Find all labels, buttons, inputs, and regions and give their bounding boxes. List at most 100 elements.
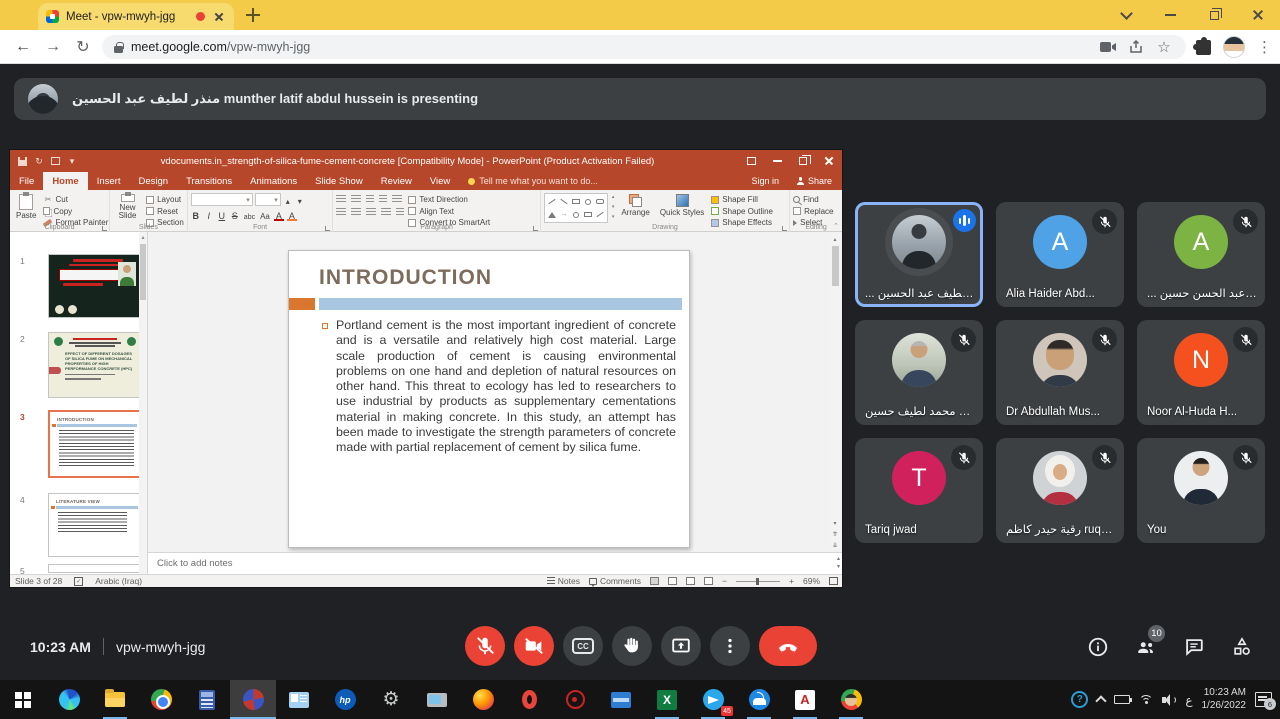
participant-tile[interactable]: A Alia Haider Abd... bbox=[996, 202, 1124, 307]
taskbar-clock[interactable]: 10:23 AM 1/26/2022 bbox=[1202, 687, 1247, 712]
participant-tile[interactable]: T Tariq jwad bbox=[855, 438, 983, 543]
layout-button[interactable]: Layout bbox=[146, 195, 184, 204]
zoom-level[interactable]: 69% bbox=[803, 576, 820, 586]
tab-animations[interactable]: Animations bbox=[241, 172, 306, 190]
tab-design[interactable]: Design bbox=[129, 172, 177, 190]
language-indicator[interactable]: ع bbox=[1185, 693, 1192, 707]
help-button[interactable]: ? bbox=[1071, 691, 1088, 708]
qat-customize-icon[interactable]: ▾ bbox=[67, 156, 77, 166]
show-everyone-button[interactable]: 10 bbox=[1134, 635, 1158, 659]
taskbar-calculator[interactable] bbox=[184, 680, 230, 719]
taskbar-burner-app[interactable] bbox=[552, 680, 598, 719]
forward-button[interactable]: → bbox=[40, 34, 66, 60]
reading-view-button[interactable] bbox=[686, 577, 695, 585]
slideshow-view-button[interactable] bbox=[704, 577, 713, 585]
replace-button[interactable]: Replace bbox=[793, 207, 833, 216]
justify-icon[interactable] bbox=[381, 208, 391, 217]
window-close-button[interactable] bbox=[1236, 0, 1280, 30]
tell-me-box[interactable]: Tell me what you want to do... bbox=[459, 172, 607, 190]
ppt-titlebar[interactable]: ↻ ▾ vdocuments.in_strength-of-silica-fum… bbox=[10, 150, 842, 172]
scrollbar-thumb[interactable] bbox=[140, 244, 146, 300]
meeting-details-button[interactable] bbox=[1086, 635, 1110, 659]
taskbar-file-explorer[interactable] bbox=[92, 680, 138, 719]
profile-avatar[interactable] bbox=[1223, 36, 1245, 58]
chat-button[interactable] bbox=[1182, 635, 1206, 659]
arrange-button[interactable]: Arrange bbox=[618, 193, 652, 221]
grow-font-button[interactable]: ▴ bbox=[283, 194, 293, 206]
scroll-down-icon[interactable]: ▾ bbox=[830, 518, 840, 528]
clipboard-dialog-launcher[interactable] bbox=[102, 226, 107, 231]
taskbar-movie-app[interactable] bbox=[598, 680, 644, 719]
volume-indicator[interactable] bbox=[1162, 694, 1176, 706]
address-bar[interactable]: meet.google.com/vpw-mwyh-jgg ☆ bbox=[102, 35, 1186, 59]
taskbar-snipping-tool[interactable] bbox=[230, 680, 276, 719]
font-color-button[interactable]: A bbox=[287, 209, 297, 221]
undo-icon[interactable]: ↻ bbox=[34, 156, 44, 166]
notes-toggle-button[interactable]: Notes bbox=[547, 576, 580, 586]
camera-in-use-button[interactable] bbox=[1098, 38, 1118, 56]
zoom-slider[interactable] bbox=[736, 581, 780, 582]
numbering-icon[interactable] bbox=[351, 195, 361, 204]
zoom-in-button[interactable]: + bbox=[789, 576, 794, 586]
taskbar-chrome[interactable] bbox=[138, 680, 184, 719]
align-right-icon[interactable] bbox=[366, 208, 376, 217]
find-button[interactable]: Find bbox=[793, 195, 833, 204]
notes-pane[interactable]: Click to add notes ▴▾ bbox=[148, 552, 842, 574]
change-case-button[interactable]: Aa bbox=[259, 209, 271, 221]
taskbar-excel[interactable]: X bbox=[644, 680, 690, 719]
tab-home[interactable]: Home bbox=[43, 172, 87, 190]
fit-to-window-button[interactable] bbox=[829, 577, 838, 585]
previous-slide-button[interactable]: ⇈ bbox=[830, 529, 840, 539]
language-indicator[interactable]: Arabic (Iraq) bbox=[95, 576, 142, 586]
present-button[interactable] bbox=[661, 626, 701, 666]
tab-close-button[interactable] bbox=[212, 10, 226, 24]
share-page-button[interactable] bbox=[1126, 38, 1146, 56]
paste-button[interactable]: Paste bbox=[13, 193, 39, 221]
align-text-button[interactable]: Align Text bbox=[408, 207, 490, 216]
highlight-color-button[interactable]: A bbox=[274, 209, 284, 221]
shapes-gallery-scroll[interactable]: ▴ ▾ ▾ bbox=[612, 193, 615, 221]
taskbar-display-app[interactable] bbox=[414, 680, 460, 719]
mic-toggle-button[interactable] bbox=[465, 626, 505, 666]
decrease-indent-icon[interactable] bbox=[366, 195, 374, 204]
drawing-dialog-launcher[interactable] bbox=[782, 226, 787, 231]
shape-fill-button[interactable]: Shape Fill bbox=[711, 195, 773, 204]
gallery-up-icon[interactable]: ▴ bbox=[612, 194, 615, 200]
italic-button[interactable]: I bbox=[204, 209, 214, 221]
start-button[interactable] bbox=[0, 680, 46, 719]
browser-tab[interactable]: Meet - vpw-mwyh-jgg bbox=[38, 3, 234, 30]
taskbar-hp[interactable]: hp bbox=[322, 680, 368, 719]
scroll-up-icon[interactable]: ▴ bbox=[837, 555, 840, 562]
participant-tile[interactable]: Dr Abdullah Mus... bbox=[996, 320, 1124, 425]
scroll-up-icon[interactable]: ▴ bbox=[830, 234, 840, 244]
participant-tile[interactable]: ... منذر لطيف عبد الحسين bbox=[855, 202, 983, 307]
scroll-up-icon[interactable]: ▴ bbox=[139, 232, 147, 242]
taskbar-settings[interactable]: ⚙ bbox=[368, 680, 414, 719]
shrink-font-button[interactable]: ▾ bbox=[295, 194, 305, 206]
taskbar-chrome-profile[interactable] bbox=[828, 680, 874, 719]
shapes-gallery[interactable]: → bbox=[544, 193, 608, 223]
gallery-more-icon[interactable]: ▾ bbox=[612, 214, 615, 220]
slide-body-text[interactable]: Portland cement is the most important in… bbox=[336, 318, 676, 456]
comments-toggle-button[interactable]: Comments bbox=[589, 576, 641, 586]
window-restore-button[interactable] bbox=[1192, 0, 1236, 30]
shape-outline-button[interactable]: Shape Outline bbox=[711, 207, 773, 216]
align-center-icon[interactable] bbox=[351, 208, 361, 217]
tab-review[interactable]: Review bbox=[372, 172, 421, 190]
cut-button[interactable]: ✂Cut bbox=[43, 195, 108, 204]
notification-center-button[interactable]: 6 bbox=[1255, 692, 1272, 707]
activities-button[interactable] bbox=[1230, 635, 1254, 659]
taskbar-opera[interactable] bbox=[506, 680, 552, 719]
captions-button[interactable]: CC bbox=[563, 626, 603, 666]
line-spacing-icon[interactable] bbox=[392, 195, 402, 204]
bold-button[interactable]: B bbox=[191, 209, 201, 221]
next-slide-button[interactable]: ⇊ bbox=[830, 540, 840, 550]
new-tab-button[interactable] bbox=[246, 8, 260, 22]
tab-view[interactable]: View bbox=[421, 172, 459, 190]
slide-canvas[interactable]: INTRODUCTION Portland cement is the most… bbox=[288, 250, 690, 548]
tab-file[interactable]: File bbox=[10, 172, 43, 190]
text-direction-button[interactable]: Text Direction bbox=[408, 195, 490, 204]
quick-styles-button[interactable]: Quick Styles bbox=[657, 193, 707, 221]
slide-title[interactable]: INTRODUCTION bbox=[319, 266, 492, 290]
ppt-close-button[interactable] bbox=[816, 150, 842, 172]
